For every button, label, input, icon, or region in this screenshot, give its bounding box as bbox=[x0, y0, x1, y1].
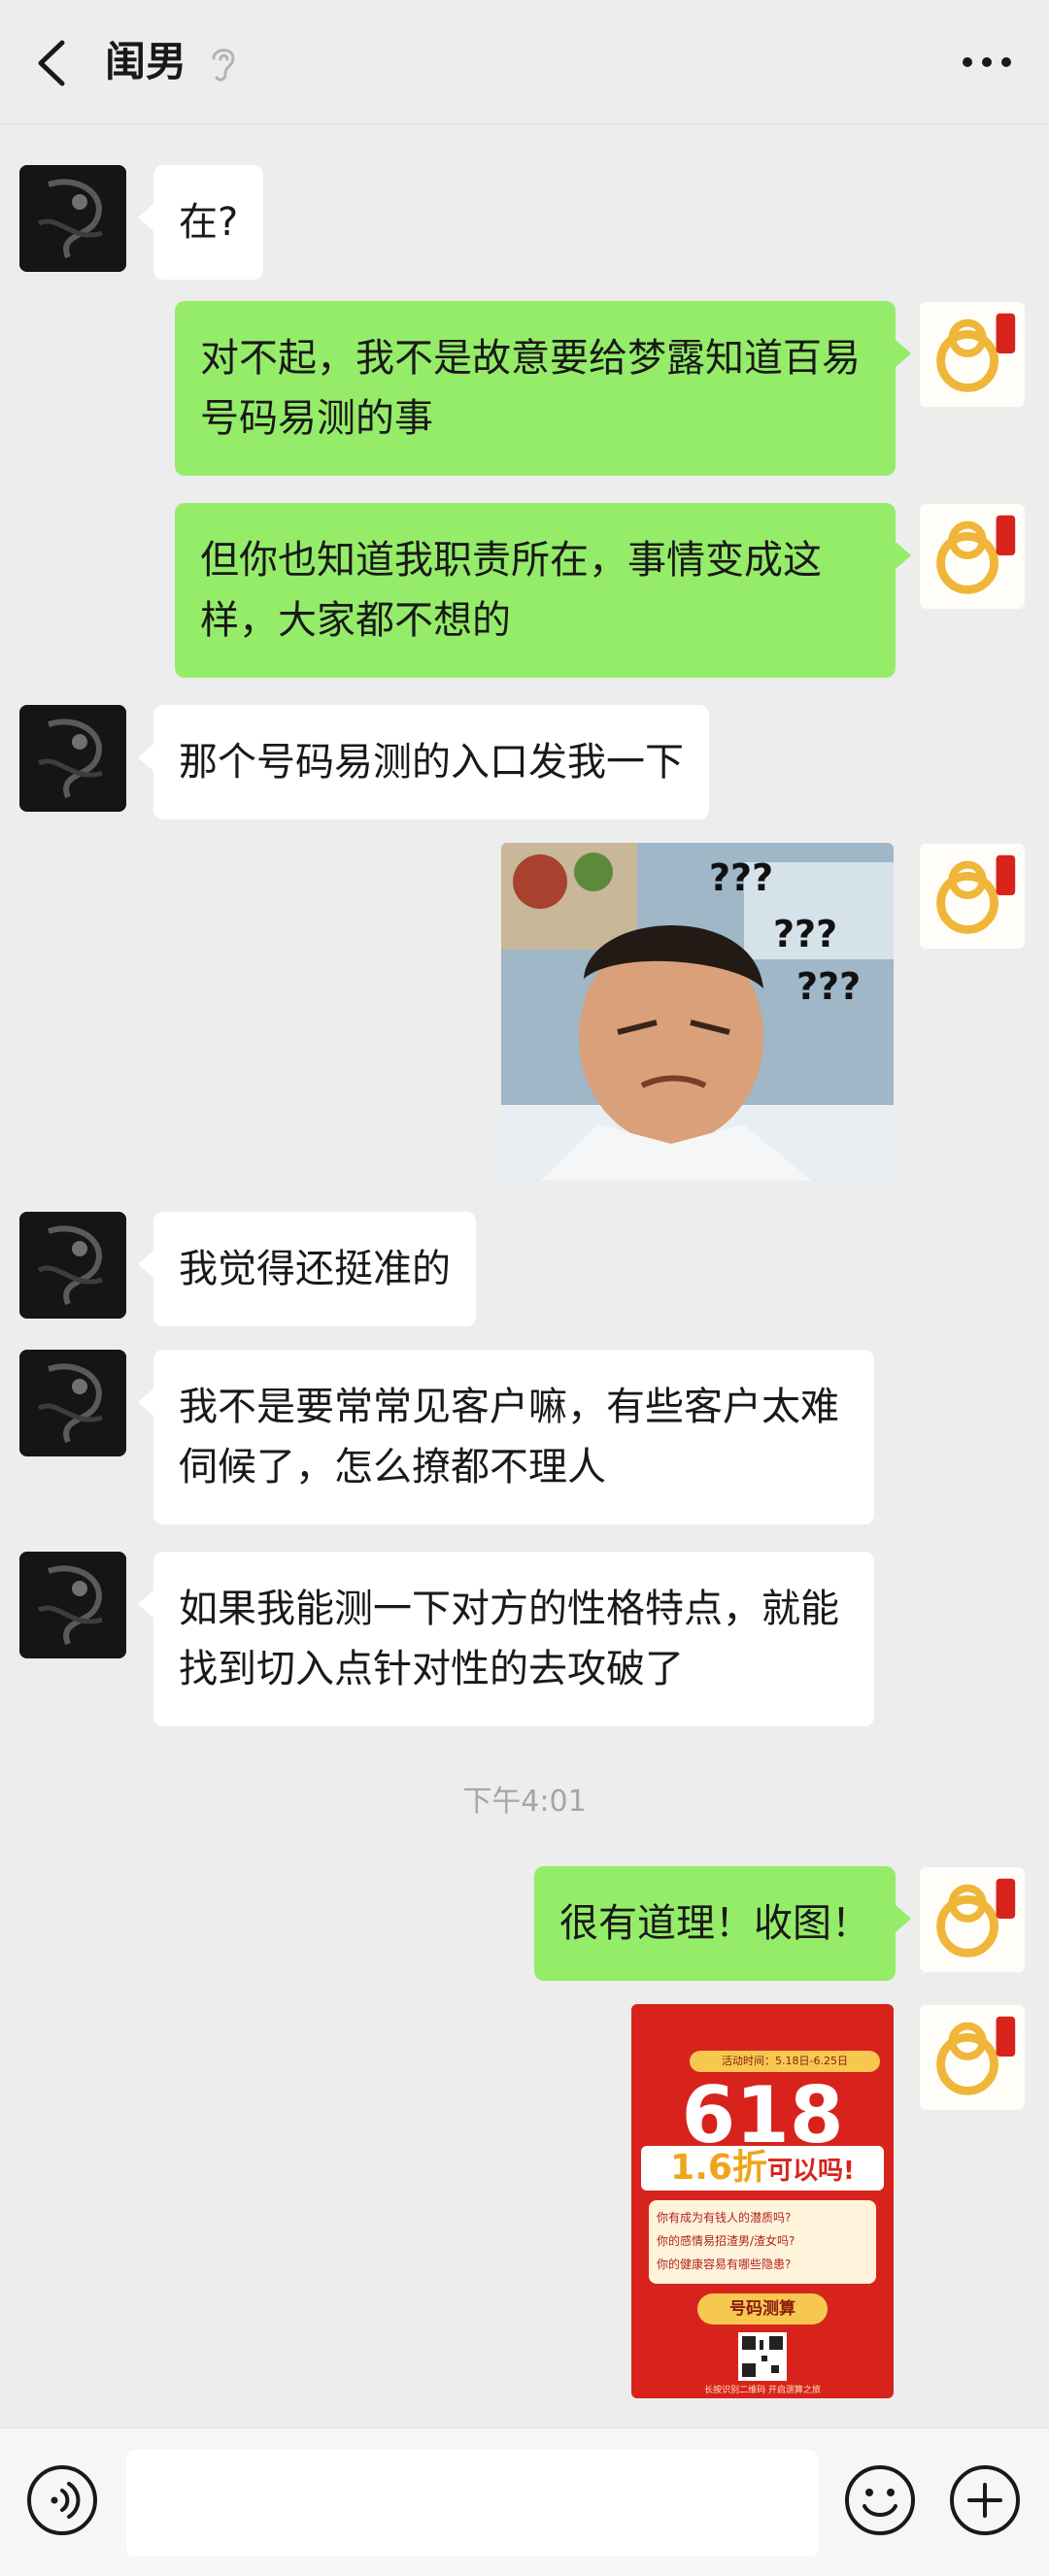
avatar-image bbox=[19, 1350, 126, 1456]
message-bubble[interactable]: 对不起，我不是故意要给梦露知道百易号码易测的事 bbox=[175, 301, 911, 476]
poster-footer: 长按识别二维码 开启测算之旅 bbox=[704, 2386, 821, 2395]
emoji-button[interactable] bbox=[843, 2463, 917, 2537]
ear-icon bbox=[212, 49, 235, 82]
emoji-icon bbox=[845, 2465, 915, 2535]
meme-question-mark: ??? bbox=[796, 965, 862, 1008]
more-button[interactable] bbox=[958, 43, 1016, 82]
contact-avatar[interactable] bbox=[19, 1350, 126, 1456]
message-input[interactable] bbox=[126, 2450, 818, 2557]
plus-icon bbox=[950, 2465, 1020, 2535]
qr-code-icon bbox=[738, 2332, 787, 2381]
poster-question: 你的感情易招渣男/渣女吗? bbox=[657, 2234, 795, 2248]
voice-icon bbox=[27, 2465, 97, 2535]
message-list[interactable]: 在? 对不起，我不是故意要给梦露知道百易号码易测的事 但你也知道我职责所在，事情… bbox=[0, 124, 1049, 2427]
message-bubble[interactable]: 很有道理！收图！ bbox=[534, 1866, 911, 1981]
meme-question-mark: ??? bbox=[709, 856, 774, 899]
chat-header: 闺男 bbox=[0, 0, 1049, 124]
avatar-image bbox=[19, 1212, 126, 1319]
poster-top-label: 活动时间：5.18日-6.25日 bbox=[690, 2051, 880, 2072]
more-dots-icon bbox=[963, 57, 1011, 67]
avatar-image bbox=[920, 2005, 1025, 2110]
self-avatar[interactable] bbox=[919, 503, 1026, 610]
avatar-image bbox=[920, 844, 1025, 949]
input-bar bbox=[0, 2427, 1049, 2576]
self-avatar[interactable] bbox=[919, 2004, 1026, 2111]
contact-avatar[interactable] bbox=[19, 705, 126, 812]
contact-avatar[interactable] bbox=[19, 1212, 126, 1319]
avatar-image bbox=[920, 504, 1025, 609]
message-bubble[interactable]: 我不是要常常见客户嘛，有些客户太难伺候了，怎么撩都不理人 bbox=[138, 1350, 874, 1524]
chat-title[interactable]: 闺男 bbox=[105, 33, 186, 91]
poster-question-box: 你有成为有钱人的潜质吗? 你的感情易招渣男/渣女吗? 你的健康容易有哪些隐患? bbox=[649, 2200, 876, 2284]
poster-discount: 1.6折 bbox=[670, 2148, 767, 2188]
avatar-image bbox=[19, 1552, 126, 1658]
message-bubble[interactable]: 但你也知道我职责所在，事情变成这样，大家都不想的 bbox=[175, 503, 911, 678]
self-avatar[interactable] bbox=[919, 843, 1026, 950]
image-message[interactable]: ??? ??? ??? bbox=[501, 843, 894, 1181]
chevron-left-icon bbox=[38, 40, 65, 86]
more-functions-button[interactable] bbox=[948, 2463, 1022, 2537]
avatar-image bbox=[19, 705, 126, 812]
poster-question: 你的健康容易有哪些隐患? bbox=[657, 2258, 792, 2271]
voice-button[interactable] bbox=[25, 2463, 99, 2537]
message-bubble[interactable]: 我觉得还挺准的 bbox=[138, 1212, 476, 1326]
poster-cta-button: 号码测算 bbox=[697, 2293, 828, 2325]
avatar-image bbox=[920, 1867, 1025, 1972]
poster-discount-suffix: 可以吗! bbox=[766, 2157, 855, 2186]
meme-image bbox=[501, 843, 894, 1181]
meme-question-mark: ??? bbox=[773, 913, 838, 955]
contact-avatar[interactable] bbox=[19, 1552, 126, 1658]
avatar-image bbox=[19, 165, 126, 272]
poster-image-message[interactable]: 活动时间：5.18日-6.25日 618 1.6折可以吗! 你有成为有钱人的潜质… bbox=[631, 2004, 894, 2398]
message-bubble[interactable]: 如果我能测一下对方的性格特点，就能找到切入点针对性的去攻破了 bbox=[138, 1552, 874, 1726]
poster-question: 你有成为有钱人的潜质吗? bbox=[657, 2211, 792, 2225]
self-avatar[interactable] bbox=[919, 1866, 1026, 1973]
avatar-image bbox=[920, 302, 1025, 407]
self-avatar[interactable] bbox=[919, 301, 1026, 408]
back-button[interactable] bbox=[29, 33, 78, 93]
timestamp: 下午4:01 bbox=[462, 1785, 587, 1819]
poster-discount-row: 1.6折可以吗! bbox=[641, 2146, 884, 2191]
contact-avatar[interactable] bbox=[19, 165, 126, 272]
message-bubble[interactable]: 在? bbox=[137, 165, 264, 280]
message-bubble[interactable]: 那个号码易测的入口发我一下 bbox=[138, 705, 709, 820]
